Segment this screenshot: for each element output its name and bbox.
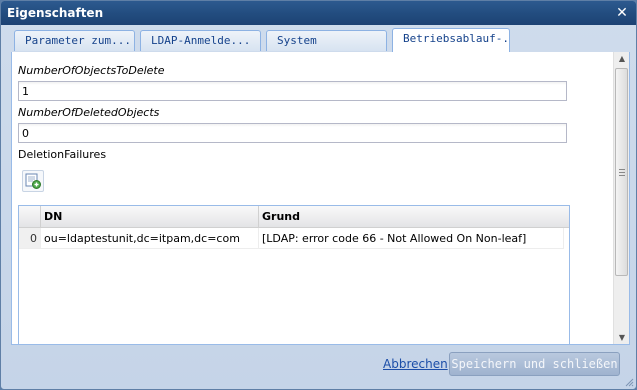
title-bar[interactable]: Eigenschaften ✕ — [1, 1, 636, 25]
row-number: 0 — [19, 228, 41, 248]
deletion-failures-grid: DN Grund 0 ou=ldaptestunit,dc=itpam,dc=c… — [18, 205, 570, 344]
rownum-header — [19, 206, 41, 227]
properties-dialog: Eigenschaften ✕ Parameter zum... LDAP-An… — [0, 0, 637, 390]
column-header-dn[interactable]: DN — [41, 206, 259, 227]
dn-cell[interactable]: ou=ldaptestunit,dc=itpam,dc=com — [41, 228, 259, 248]
tab-parameter[interactable]: Parameter zum... — [14, 30, 135, 51]
scroll-up-icon[interactable]: ▲ — [614, 52, 629, 66]
scroll-down-icon[interactable]: ▼ — [614, 331, 629, 344]
objects-to-delete-field[interactable]: 1 — [18, 81, 567, 101]
tab-system[interactable]: System — [266, 30, 387, 51]
add-row-icon — [25, 173, 41, 189]
objects-to-delete-label: NumberOfObjectsToDelete — [18, 64, 165, 77]
add-row-button[interactable] — [22, 170, 44, 192]
deleted-objects-label: NumberOfDeletedObjects — [18, 106, 160, 119]
tab-betriebsablauf[interactable]: Betriebsablauf-... — [392, 28, 510, 52]
tab-strip: Parameter zum... LDAP-Anmelde... System … — [11, 27, 626, 53]
column-header-grund[interactable]: Grund — [259, 206, 569, 227]
tab-panel: NumberOfObjectsToDelete 1 NumberOfDelete… — [11, 52, 630, 345]
grid-header: DN Grund — [19, 206, 569, 228]
dialog-title: Eigenschaften — [7, 6, 104, 20]
save-and-close-button[interactable]: Speichern und schließen — [449, 352, 620, 376]
vertical-scrollbar[interactable]: ▲ ▼ — [613, 52, 629, 344]
deletion-failures-label: DeletionFailures — [18, 148, 107, 161]
table-row[interactable]: 0 ou=ldaptestunit,dc=itpam,dc=com [LDAP:… — [19, 228, 564, 249]
deleted-objects-field[interactable]: 0 — [18, 123, 567, 143]
cancel-link[interactable]: Abbrechen — [383, 357, 448, 371]
close-icon[interactable]: ✕ — [615, 6, 629, 20]
grund-cell[interactable]: [LDAP: error code 66 - Not Allowed On No… — [259, 228, 564, 248]
resize-grip-icon[interactable] — [624, 377, 634, 387]
tab-ldap-anmelde[interactable]: LDAP-Anmelde... — [140, 30, 261, 51]
scrollbar-thumb[interactable] — [615, 68, 628, 276]
